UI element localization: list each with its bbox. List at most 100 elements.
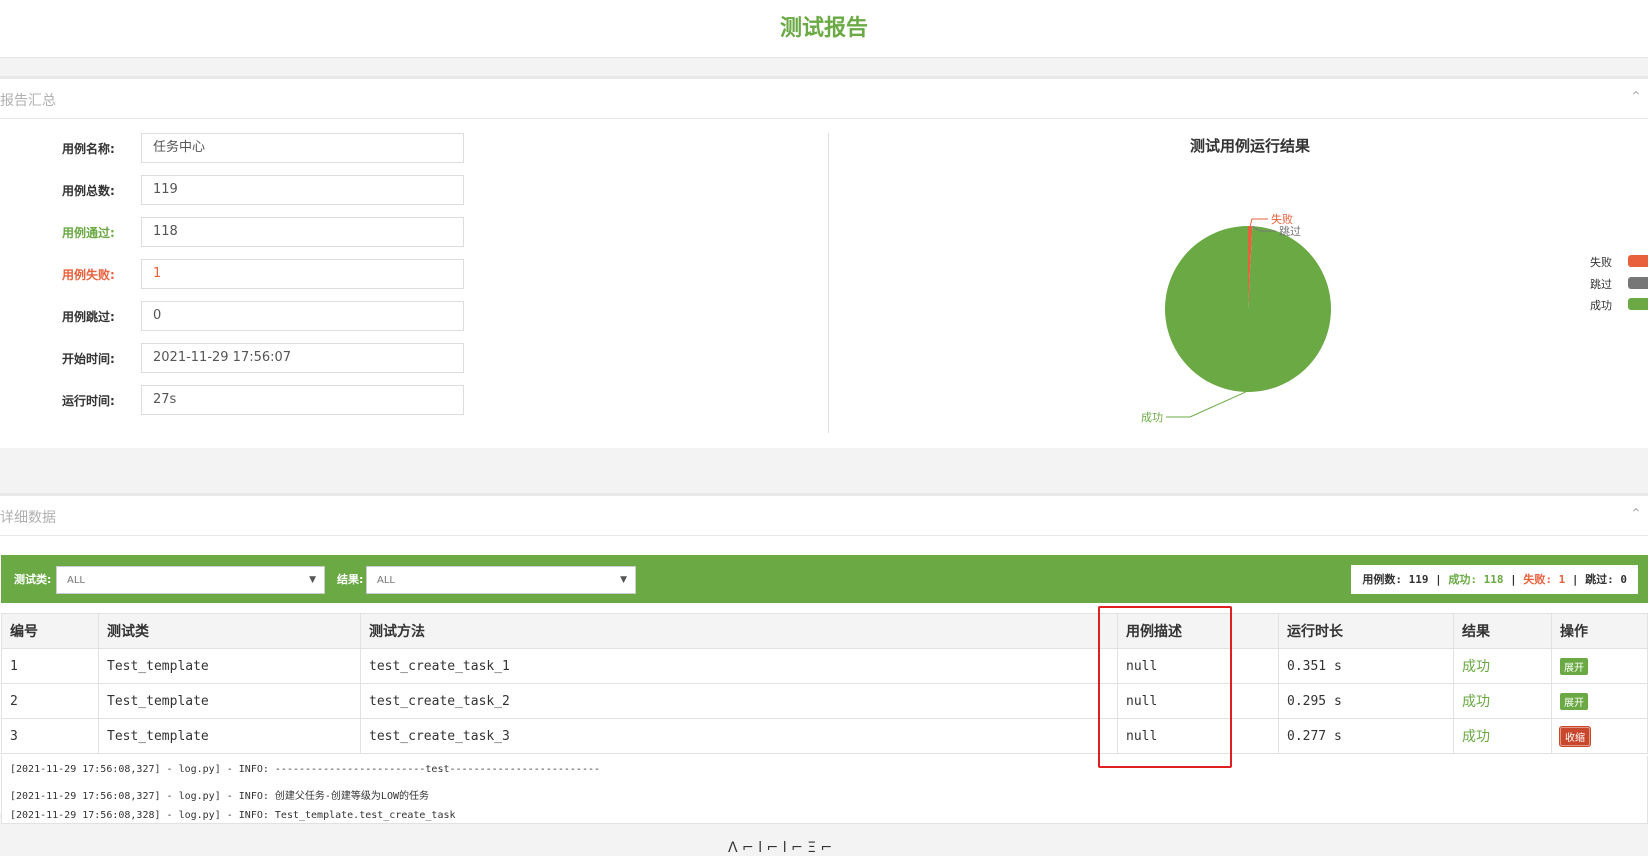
cell-desc: null [1117, 648, 1279, 684]
chart-title: 测试用例运行结果 [1189, 137, 1310, 155]
field-total: 用例总数: 119 [0, 175, 500, 205]
col-header-result[interactable]: 结果 [1453, 613, 1552, 649]
field-start-time: 开始时间: 2021-11-29 17:56:07 [0, 343, 500, 373]
table-row: 2 Test_template test_create_task_2 null … [1, 683, 1648, 719]
footer-text: Λ ⌐ l ⌐ l ⌐ Ξ ⌐ [728, 840, 833, 856]
stat-sep: | [1571, 573, 1579, 586]
stat-sep: | [1510, 573, 1517, 586]
stat-pass-label: 成功: [1448, 573, 1477, 586]
chevron-down-icon: ▼ [309, 575, 316, 585]
skipped-field[interactable]: 0 [141, 301, 464, 331]
log-output: [2021-11-29 17:56:08,327] - log.py] - IN… [1, 756, 1648, 824]
col-header-op[interactable]: 操作 [1551, 613, 1648, 649]
cell-method: test_create_task_1 [360, 648, 1118, 684]
passed-field[interactable]: 118 [141, 217, 464, 247]
stats-summary: 用例数: 119 | 成功: 118 | 失败: 1 | 跳过: 0 [1351, 565, 1638, 594]
class-filter-select[interactable]: ALL ▼ [56, 566, 325, 594]
field-case-name: 用例名称: 任务中心 [0, 133, 500, 163]
legend-swatch [1628, 255, 1648, 267]
expand-button[interactable]: 展开 [1560, 657, 1588, 675]
field-label: 用例跳过: [62, 310, 115, 324]
cell-desc: null [1117, 683, 1279, 719]
cell-class: Test_template [98, 683, 361, 719]
legend-label: 失败 [1590, 256, 1612, 269]
pie-slice-label: 跳过 [1279, 224, 1301, 238]
detail-panel-header[interactable]: 详细数据 ⌄ [0, 496, 1648, 536]
cell-no: 1 [1, 648, 99, 684]
total-field[interactable]: 119 [141, 175, 464, 205]
field-label: 用例失败: [62, 268, 115, 282]
field-label: 用例名称: [62, 142, 115, 156]
stat-total: 119 [1408, 573, 1429, 586]
failed-field[interactable]: 1 [141, 259, 464, 289]
legend-label: 跳过 [1590, 278, 1612, 291]
field-label: 用例总数: [62, 184, 115, 198]
collapse-icon[interactable]: ⌄ [1630, 504, 1642, 520]
field-label: 用例通过: [62, 226, 115, 240]
legend-item-pass[interactable]: 成功 [1590, 297, 1648, 313]
cell-duration: 0.351 s [1278, 648, 1454, 684]
stat-fail-label: 失败: [1523, 573, 1552, 586]
pie-label-line [1249, 218, 1268, 227]
stat-skip-label: 跳过: [1585, 573, 1614, 586]
summary-panel: 报告汇总 ⌄ 用例名称: 任务中心 用例总数: 119 用例通过: 118 用例… [0, 76, 1648, 448]
page-header: 测试报告 [0, 0, 1648, 58]
pie-slice-label: 成功 [1141, 411, 1163, 424]
table-header-row: 编号 测试类 测试方法 用例描述 运行时长 结果 操作 [1, 613, 1648, 649]
run-time-field[interactable]: 27s [141, 385, 464, 415]
legend-swatch [1628, 298, 1648, 310]
log-line: [2021-11-29 17:56:08,327] - log.py] - IN… [10, 791, 429, 802]
case-name-field[interactable]: 任务中心 [141, 133, 464, 163]
pie-slice-label: 失败 [1271, 212, 1293, 226]
cell-method: test_create_task_3 [360, 718, 1118, 754]
legend-item-skip[interactable]: 跳过 [1590, 276, 1648, 292]
log-line: [2021-11-29 17:56:08,327] - log.py] - IN… [10, 764, 601, 775]
cell-result: 成功 [1453, 648, 1552, 684]
detail-panel: 详细数据 ⌄ 测试类: ALL ▼ 结果: ALL ▼ 用例数: 119 | 成… [0, 493, 1648, 824]
cell-no: 3 [1, 718, 99, 754]
summary-panel-header[interactable]: 报告汇总 ⌄ [0, 79, 1648, 119]
collapse-icon[interactable]: ⌄ [1630, 87, 1642, 103]
table-row: 3 Test_template test_create_task_3 null … [1, 718, 1648, 754]
legend-item-fail[interactable]: 失败 [1590, 254, 1648, 270]
field-label: 开始时间: [62, 352, 115, 366]
result-filter-label: 结果: [337, 573, 364, 586]
col-header-duration[interactable]: 运行时长 [1278, 613, 1454, 649]
cell-result: 成功 [1453, 718, 1552, 754]
result-filter-value: ALL [377, 575, 395, 586]
page-title: 测试报告 [779, 16, 868, 41]
result-filter-select[interactable]: ALL ▼ [366, 566, 636, 594]
results-table: 编号 测试类 测试方法 用例描述 运行时长 结果 操作 1 Test_templ… [1, 613, 1648, 754]
table-row: 1 Test_template test_create_task_1 null … [1, 648, 1648, 684]
cell-op: 收缩 [1551, 718, 1648, 754]
cell-class: Test_template [98, 718, 361, 754]
class-filter-label: 测试类: [14, 573, 52, 586]
chevron-down-icon: ▼ [620, 575, 627, 585]
field-passed: 用例通过: 118 [0, 217, 500, 247]
col-header-method[interactable]: 测试方法 [360, 613, 1118, 649]
class-filter-value: ALL [67, 575, 85, 586]
cell-duration: 0.277 s [1278, 718, 1454, 754]
cell-result: 成功 [1453, 683, 1552, 719]
legend-label: 成功 [1590, 299, 1612, 312]
pie-slice[interactable] [1164, 226, 1331, 392]
field-failed: 用例失败: 1 [0, 259, 500, 289]
collapse-button[interactable]: 收缩 [1560, 726, 1590, 746]
summary-heading: 报告汇总 [0, 93, 56, 109]
pie-label-line [1166, 391, 1247, 418]
col-header-class[interactable]: 测试类 [98, 613, 361, 649]
stat-sep: | [1435, 573, 1442, 586]
field-label: 运行时间: [62, 394, 115, 408]
col-header-no[interactable]: 编号 [1, 613, 99, 649]
stat-fail: 1 [1558, 573, 1566, 586]
cell-class: Test_template [98, 648, 361, 684]
detail-heading: 详细数据 [0, 510, 56, 526]
col-header-desc[interactable]: 用例描述 [1117, 613, 1279, 649]
stat-skip: 0 [1620, 573, 1627, 586]
legend-swatch [1628, 277, 1648, 289]
start-time-field[interactable]: 2021-11-29 17:56:07 [141, 343, 464, 373]
expand-button[interactable]: 展开 [1560, 692, 1588, 710]
divider [828, 133, 829, 433]
cell-op: 展开 [1551, 648, 1648, 684]
log-line: [2021-11-29 17:56:08,328] - log.py] - IN… [10, 810, 456, 821]
